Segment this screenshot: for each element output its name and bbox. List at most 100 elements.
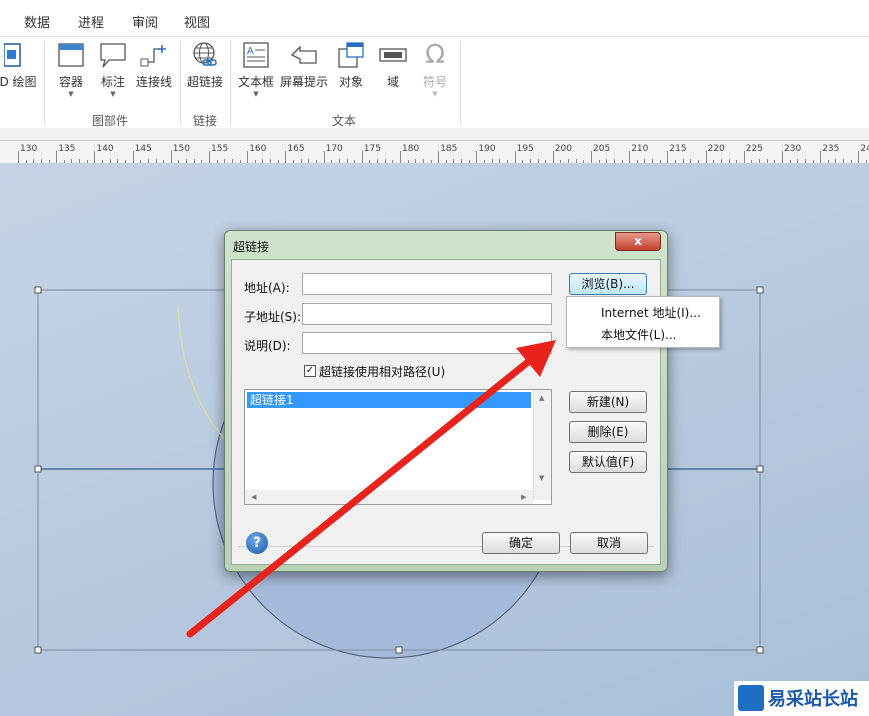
relative-path-checkbox[interactable]: ✓ [304,365,316,377]
ruler-major-tick [514,151,516,163]
ruler-label: 235 [822,144,840,154]
ruler-label: 160 [249,144,267,154]
screentip-icon [290,41,318,69]
textbox-label: 文本框 [237,75,274,89]
ruler-major-tick [170,151,172,163]
address-input[interactable] [302,273,552,295]
tab-review[interactable]: 审阅 [132,12,158,31]
ruler-major-tick [743,151,745,163]
help-icon[interactable]: ? [246,532,268,554]
delete-button[interactable]: 删除(E) [569,421,647,443]
hyperlink-dialog: 超链接 x 地址(A): 浏览(B)... 子地址(S): 说明(D): ✓ 超… [224,230,668,572]
ruler-label: 200 [554,144,572,154]
textbox-button[interactable]: A 文本框 ▼ [236,41,276,98]
ruler-label: 155 [211,144,229,154]
ruler-major-tick [476,151,478,163]
description-input[interactable] [302,332,552,354]
ruler-major-tick [820,151,822,163]
ruler-major-tick [132,151,134,163]
chevron-down-icon: ▼ [253,90,259,98]
scroll-down-icon[interactable]: ▼ [539,474,544,482]
object-button[interactable]: 对象 [334,41,368,90]
ruler-label: 210 [631,144,649,154]
ruler-major-tick [285,151,287,163]
tab-process[interactable]: 进程 [78,12,104,31]
selection-handle [34,646,42,654]
ruler-major-tick [56,151,58,163]
ruler-major-tick [705,151,707,163]
omega-icon: Ω [425,40,445,70]
ruler-major-tick [438,151,440,163]
vertical-scrollbar[interactable]: ▲ ▼ [533,390,551,500]
ruler-major-tick [323,151,325,163]
hyperlink-list[interactable]: 超链接1 ▲ ▼ ◀ ▶ [244,389,552,505]
ribbon: D 绘图 容器 ▼ 标注 ▼ 连接线 图部件 超链接 链接 A 文本框 ▼ 屏幕… [0,36,869,130]
container-button[interactable]: 容器 ▼ [54,41,88,98]
hyperlink-label: 超链接 [186,75,223,89]
cad-drawing-button[interactable]: D 绘图 [0,41,40,90]
watermark-text: 易采站长站 [768,689,858,710]
ruler-major-tick [858,151,860,163]
ruler-label: 150 [172,144,190,154]
ribbon-separator [460,41,461,125]
cancel-button[interactable]: 取消 [570,532,648,554]
screentip-label: 屏幕提示 [279,75,328,89]
scroll-left-icon[interactable]: ◀ [251,493,256,501]
ruler-label: 205 [593,144,611,154]
new-button[interactable]: 新建(N) [569,391,647,413]
connector-button[interactable]: 连接线 [134,41,174,90]
callout-icon [99,41,127,69]
address-label: 地址(A): [244,281,290,295]
ok-button[interactable]: 确定 [482,532,560,554]
ruler-label: 165 [287,144,305,154]
horizontal-ruler: 130 135 140 145 150 155 160 165 170 175 180 185 190 1… [0,140,869,164]
scroll-up-icon[interactable]: ▲ [539,394,544,402]
group-label-text: 文本 [332,114,357,128]
close-button[interactable]: x [615,232,661,251]
menu-item-internet-address[interactable]: Internet 地址(I)... [601,304,701,321]
selection-handle [34,465,42,473]
tab-data[interactable]: 数据 [24,12,50,31]
scroll-right-icon[interactable]: ▶ [521,493,526,501]
ruler-major-tick [629,151,631,163]
ruler-major-tick [361,151,363,163]
watermark-logo: 易采站长站 [734,681,869,716]
selection-handle [756,646,764,654]
ruler-label: 185 [440,144,458,154]
ruler-major-tick [400,151,401,163]
cad-drawing-label: D 绘图 [0,75,37,89]
field-button[interactable]: 域 [376,41,410,90]
list-item[interactable]: 超链接1 [247,392,531,408]
chevron-down-icon: ▼ [432,90,438,98]
ruler-label: 220 [707,144,725,154]
hyperlink-button[interactable]: 超链接 [186,41,224,90]
menu-tabs: 数据 进程 审阅 视图 [0,6,869,36]
browse-button[interactable]: 浏览(B)... [569,273,647,295]
browse-dropdown-menu: Internet 地址(I)... 本地文件(L)... [566,296,720,348]
logo-icon [738,685,764,711]
ruler-label: 145 [134,144,152,154]
object-icon [337,41,365,69]
ruler-label: 195 [516,144,534,154]
ruler-major-tick [667,151,669,163]
tab-view[interactable]: 视图 [184,12,210,31]
subaddress-label: 子地址(S): [244,310,302,324]
ruler-label: 130 [20,144,38,154]
ruler-label: 225 [745,144,763,154]
screentip-button[interactable]: 屏幕提示 [278,41,330,90]
textbox-icon: A [242,41,270,69]
subaddress-input[interactable] [302,303,552,325]
selection-handle [756,465,764,473]
ruler-major-tick [247,151,249,163]
menu-item-local-file[interactable]: 本地文件(L)... [601,326,677,343]
default-button[interactable]: 默认值(F) [569,451,647,473]
callout-button[interactable]: 标注 ▼ [96,41,130,98]
callout-label: 标注 [100,75,125,89]
ruler-label: 140 [96,144,114,154]
group-label-links: 链接 [193,114,218,128]
field-label: 域 [386,75,399,89]
ribbon-gap [0,128,869,140]
symbol-button[interactable]: Ω 符号 ▼ [418,41,452,98]
horizontal-scrollbar[interactable]: ◀ ▶ [245,490,533,504]
relative-path-label: 超链接使用相对路径(U) [319,365,446,379]
